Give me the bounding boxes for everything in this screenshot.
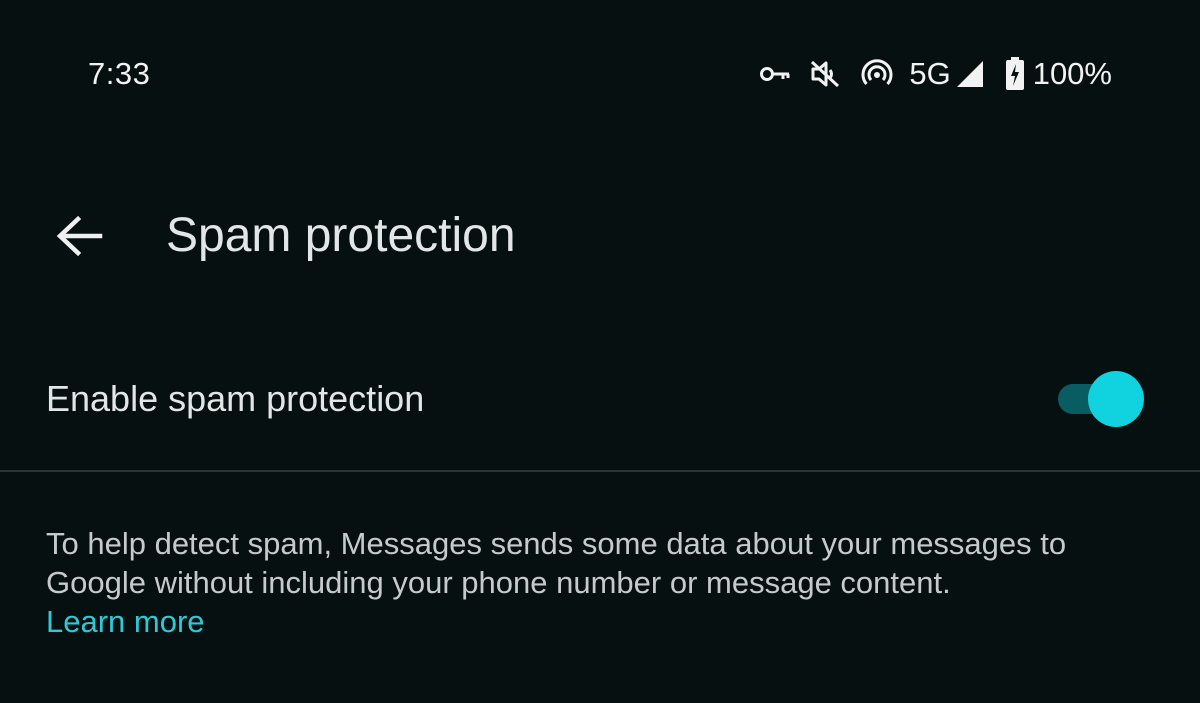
spam-protection-toggle[interactable] [1056, 371, 1148, 427]
description: To help detect spam, Messages sends some… [46, 524, 1156, 641]
divider [0, 470, 1200, 472]
vpn-key-icon [759, 64, 791, 84]
network-type: 5G [909, 56, 951, 91]
status-icons: 5G 100% [759, 54, 1112, 94]
learn-more-link[interactable]: Learn more [46, 604, 205, 639]
description-text: To help detect spam, Messages sends some… [46, 526, 1067, 600]
setting-label: Enable spam protection [46, 378, 425, 419]
battery-percent: 100% [1032, 56, 1112, 91]
enable-spam-protection-row[interactable]: Enable spam protection [0, 352, 1200, 444]
signal-icon [955, 59, 985, 89]
app-bar: Spam protection [0, 190, 1200, 286]
screen: 7:33 5G 100% Spam protection Enable spam… [0, 0, 1200, 703]
status-time: 7:33 [88, 56, 151, 91]
back-arrow-icon [54, 214, 104, 263]
vibrate-off-icon [809, 58, 841, 90]
page-title: Spam protection [166, 209, 516, 262]
toggle-thumb [1088, 371, 1144, 427]
hotspot-icon [861, 58, 893, 90]
battery-charging-icon [1005, 57, 1025, 91]
back-button[interactable] [44, 210, 114, 266]
status-bar: 7:33 5G 100% [0, 0, 1200, 150]
